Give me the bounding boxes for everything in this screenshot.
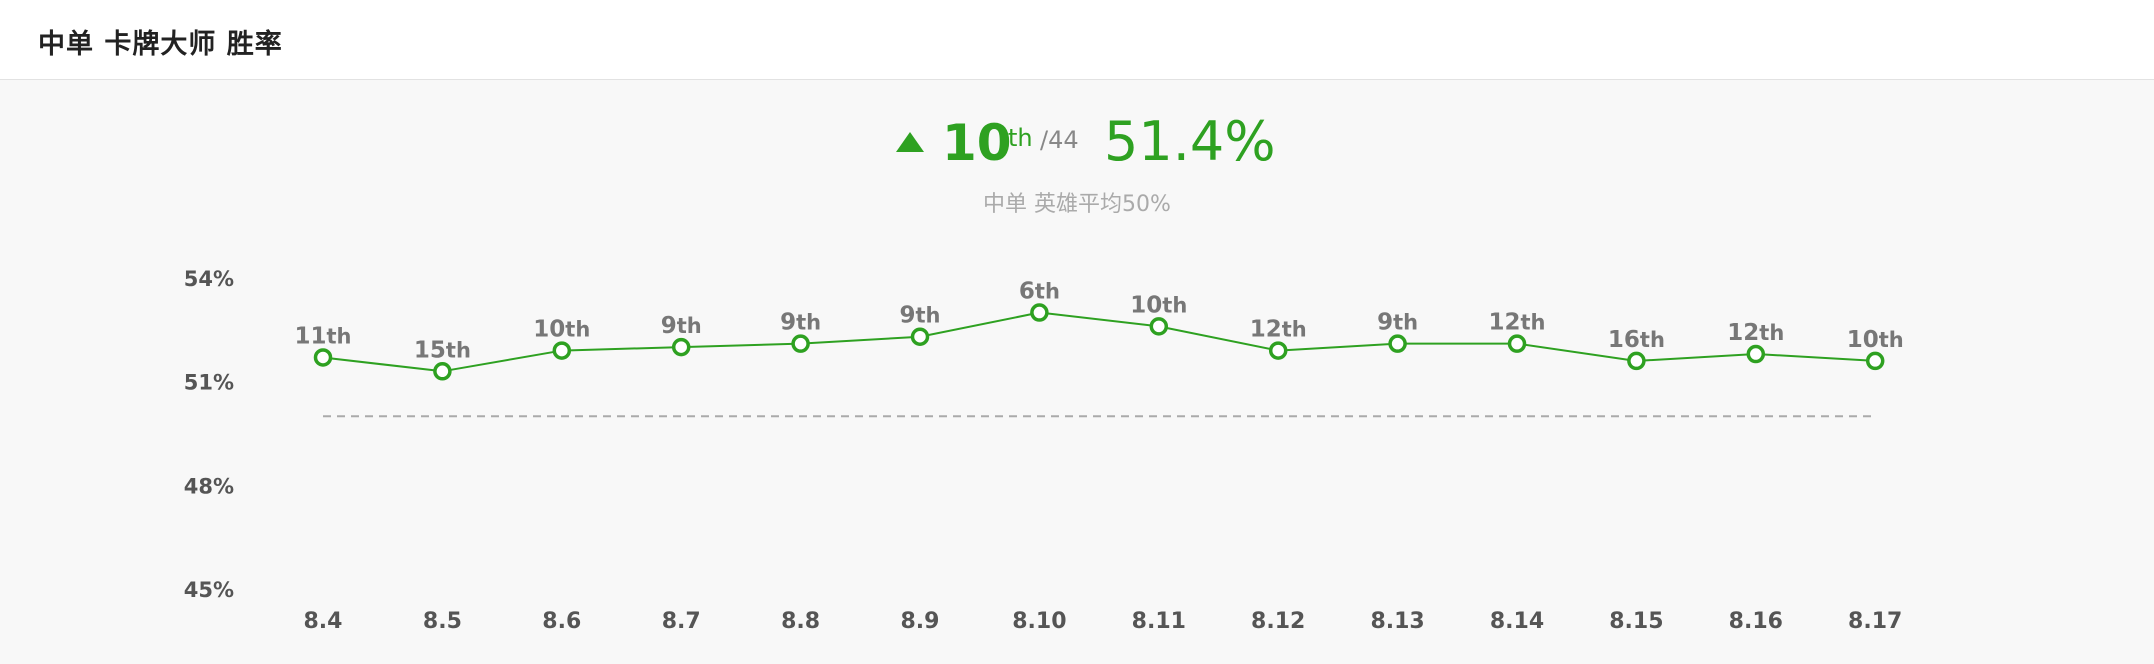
x-tick-label: 8.14 — [1490, 609, 1544, 634]
data-point — [791, 334, 810, 353]
y-tick-label: 45% — [184, 578, 234, 602]
rank-label: 9th — [661, 313, 702, 339]
rank-label: 10th — [1130, 292, 1187, 318]
x-tick-label: 8.10 — [1012, 609, 1066, 634]
rank-label: 12th — [1727, 320, 1784, 346]
rank-label: 10th — [1847, 327, 1904, 353]
rank-label: 12th — [1488, 310, 1545, 336]
win-rate-line-chart: 54% 51% 48% 45% 8.4 8.5 8.6 8.7 8.8 8.9 8.10 8.11 8.… — [184, 267, 1904, 634]
data-point — [433, 362, 452, 381]
x-tick-label: 8.15 — [1609, 609, 1663, 634]
data-point — [1865, 351, 1885, 371]
rank-label: 16th — [1608, 327, 1665, 353]
data-point — [313, 348, 333, 367]
data-point — [1030, 303, 1049, 322]
x-tick-label: 8.6 — [542, 609, 581, 634]
y-tick-label: 54% — [184, 267, 234, 291]
data-point — [1507, 334, 1527, 353]
rank-label: 11th — [294, 323, 351, 349]
rank-label: 10th — [533, 317, 590, 343]
x-tick-label: 8.7 — [662, 609, 701, 634]
x-tick-label: 8.12 — [1251, 609, 1305, 634]
data-point — [1627, 351, 1646, 371]
data-point — [910, 327, 930, 346]
x-tick-label: 8.16 — [1729, 609, 1783, 634]
x-tick-label: 8.8 — [781, 609, 820, 634]
y-tick-label: 51% — [184, 371, 234, 395]
data-point — [1268, 341, 1288, 360]
data-point — [1746, 344, 1766, 364]
rank-label: 12th — [1250, 317, 1307, 343]
data-point — [1149, 317, 1169, 336]
rank-label: 9th — [899, 303, 940, 329]
x-tick-label: 8.4 — [304, 609, 343, 634]
x-tick-label: 8.9 — [901, 609, 940, 634]
data-point — [671, 337, 691, 357]
rank-label: 9th — [1377, 310, 1418, 336]
rank-label: 6th — [1019, 279, 1060, 305]
x-tick-label: 8.11 — [1132, 609, 1186, 634]
data-point — [552, 341, 572, 360]
rank-label: 9th — [780, 310, 821, 336]
x-tick-label: 8.17 — [1848, 609, 1902, 634]
rank-label: 15th — [414, 337, 471, 363]
y-tick-label: 48% — [184, 474, 234, 498]
x-tick-label: 8.5 — [423, 609, 462, 634]
x-tick-label: 8.13 — [1370, 609, 1424, 634]
data-point — [1388, 334, 1407, 353]
